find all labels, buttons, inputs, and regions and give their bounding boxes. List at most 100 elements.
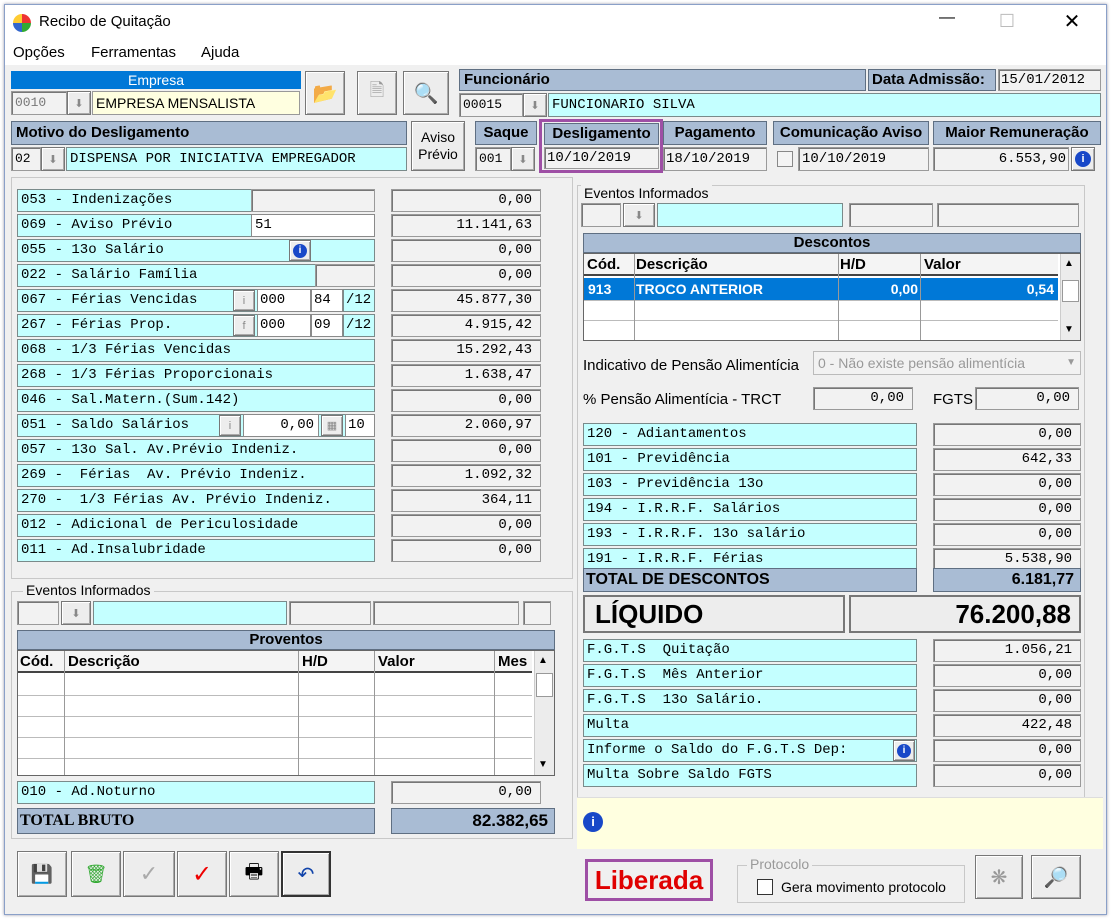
proventos-scrollbar[interactable]: ▲ ▼ bbox=[534, 651, 554, 775]
ferias-info-button[interactable]: i bbox=[233, 290, 255, 311]
proventos-grid-header: Cód. Descrição H/D Valor Mes bbox=[18, 651, 532, 673]
provento-value: 45.877,30 bbox=[391, 289, 541, 312]
saque-lookup-button[interactable]: ⬇ bbox=[511, 147, 535, 171]
ferias-c-field: /12 bbox=[343, 289, 375, 312]
fgts-row-label: F.G.T.S 13o Salário. bbox=[583, 689, 917, 712]
eventos-left-label: Eventos Informados bbox=[23, 582, 154, 598]
ferias-b-field[interactable]: 84 bbox=[311, 289, 343, 312]
confirm-red-button[interactable]: ✓ bbox=[177, 851, 227, 897]
empresa-lookup-button[interactable]: ⬇ bbox=[67, 91, 91, 115]
descontos-grid[interactable]: Cód. Descrição H/D Valor 913 TROCO ANTER… bbox=[583, 253, 1081, 341]
desconto-value: 642,33 bbox=[933, 448, 1081, 471]
trash-icon: 🗑 bbox=[84, 863, 108, 884]
confirm-gray-button[interactable]: ✓ bbox=[123, 851, 175, 897]
eventos-left-lookup-button[interactable]: ⬇ bbox=[61, 601, 91, 625]
main-window: Recibo de Quitação — ☐ ✕ Opções Ferramen… bbox=[4, 4, 1107, 915]
open-folder-button[interactable]: 📂 bbox=[305, 71, 345, 115]
config-button[interactable]: ❋ bbox=[975, 855, 1023, 899]
13o-info-button[interactable]: i bbox=[289, 240, 311, 261]
undo-button[interactable]: ↶ bbox=[281, 851, 331, 897]
saque-code-input[interactable]: 001 bbox=[475, 147, 511, 171]
eventos-right-code-input[interactable] bbox=[581, 203, 621, 227]
comunicacao-header: Comunicação Aviso bbox=[773, 121, 929, 145]
comunicacao-checkbox[interactable] bbox=[777, 151, 793, 167]
save-button[interactable]: 💾 bbox=[17, 851, 67, 897]
motivo-field: DISPENSA POR INICIATIVA EMPREGADOR bbox=[66, 147, 407, 171]
scroll-down-icon[interactable]: ▼ bbox=[1064, 324, 1074, 335]
ferias-b-field[interactable]: 09 bbox=[311, 314, 343, 337]
close-button[interactable]: ✕ bbox=[1059, 9, 1085, 33]
ad-noturno-label: 010 - Ad.Noturno bbox=[17, 781, 375, 804]
eventos-left-field-a[interactable] bbox=[289, 601, 371, 625]
saldo-value-field[interactable]: 0,00 bbox=[243, 414, 319, 437]
scroll-thumb[interactable] bbox=[1062, 280, 1079, 302]
eventos-left-field-b[interactable] bbox=[373, 601, 519, 625]
scroll-down-icon[interactable]: ▼ bbox=[538, 759, 548, 770]
motivo-header: Motivo do Desligamento bbox=[11, 121, 407, 145]
protocolo-checkbox[interactable] bbox=[757, 879, 773, 895]
saldo-days-field[interactable]: 10 bbox=[345, 414, 375, 437]
maior-remuneracao-field: 6.553,90 bbox=[933, 147, 1069, 171]
pensao-select[interactable]: 0 - Não existe pensão alimentícia ▼ bbox=[813, 351, 1081, 375]
col-cod: Cód. bbox=[587, 256, 621, 273]
descontos-grid-header: Cód. Descrição H/D Valor bbox=[584, 254, 1058, 276]
pagamento-field[interactable]: 18/10/2019 bbox=[663, 147, 767, 171]
provento-label: 046 - Sal.Matern.(Sum.142) bbox=[17, 389, 375, 412]
eventos-right-desc-field bbox=[657, 203, 843, 227]
descontos-row-selected[interactable]: 913 TROCO ANTERIOR 0,00 0,54 bbox=[584, 278, 1058, 300]
info-icon: i bbox=[1075, 151, 1091, 167]
ferias-a-field[interactable]: 000 bbox=[257, 314, 311, 337]
ad-noturno-value: 0,00 bbox=[391, 781, 541, 804]
col-descricao: Descrição bbox=[636, 256, 708, 273]
empresa-code-input[interactable]: 0010 bbox=[11, 91, 67, 115]
fgts-field[interactable]: 0,00 bbox=[975, 387, 1079, 410]
funcionario-code-input[interactable]: 00015 bbox=[459, 93, 523, 117]
protocolo-label: Protocolo bbox=[747, 856, 813, 872]
descontos-scrollbar[interactable]: ▲ ▼ bbox=[1060, 254, 1080, 340]
ferias-info-button[interactable]: f bbox=[233, 315, 255, 336]
scroll-up-icon[interactable]: ▲ bbox=[1064, 258, 1074, 269]
motivo-lookup-button[interactable]: ⬇ bbox=[41, 147, 65, 171]
pct-pensao-field[interactable]: 0,00 bbox=[813, 387, 913, 410]
desconto-label: 194 - I.R.R.F. Salários bbox=[583, 498, 917, 521]
eventos-right-field-b[interactable] bbox=[937, 203, 1079, 227]
print-button[interactable]: 🖶 bbox=[229, 851, 279, 897]
check-red-icon: ✓ bbox=[191, 860, 213, 888]
aviso-previo-days-field[interactable]: 51 bbox=[251, 214, 375, 237]
saldo-info-button[interactable]: i bbox=[219, 415, 241, 436]
maior-remuneracao-info-button[interactable]: i bbox=[1071, 147, 1095, 171]
floppy-icon: 💾 bbox=[30, 863, 54, 884]
funcionario-lookup-button[interactable]: ⬇ bbox=[523, 93, 547, 117]
minimize-button[interactable]: — bbox=[935, 9, 959, 33]
eventos-left-field-c[interactable] bbox=[523, 601, 551, 625]
menu-opcoes[interactable]: Opções bbox=[13, 44, 65, 61]
preview-button[interactable]: 🔍 bbox=[403, 71, 449, 115]
desligamento-field[interactable]: 10/10/2019 bbox=[544, 147, 659, 169]
col-cod: Cód. bbox=[20, 653, 54, 670]
proventos-grid-lines bbox=[18, 651, 532, 775]
scroll-up-icon[interactable]: ▲ bbox=[538, 655, 548, 666]
desconto-value: 0,00 bbox=[933, 523, 1081, 546]
proventos-grid[interactable]: Cód. Descrição H/D Valor Mes ▲ ▼ bbox=[17, 650, 555, 776]
motivo-code-input[interactable]: 02 bbox=[11, 147, 41, 171]
eventos-left-code-input[interactable] bbox=[17, 601, 59, 625]
fgts-saldo-info-button[interactable]: i bbox=[893, 740, 915, 761]
calendar-button[interactable]: ▦ bbox=[321, 415, 343, 436]
menu-ajuda[interactable]: Ajuda bbox=[201, 44, 239, 61]
maximize-button[interactable]: ☐ bbox=[995, 11, 1019, 33]
comunicacao-field[interactable]: 10/10/2019 bbox=[798, 147, 929, 171]
delete-button[interactable]: 🗑 bbox=[71, 851, 121, 897]
ferias-a-field[interactable]: 000 bbox=[257, 289, 311, 312]
report-button[interactable]: 🗎 bbox=[357, 71, 397, 115]
menu-ferramentas[interactable]: Ferramentas bbox=[91, 44, 176, 61]
eventos-right-field-a[interactable] bbox=[849, 203, 933, 227]
search-user-button[interactable]: 🔎 bbox=[1031, 855, 1081, 899]
document-icon: 🗎 bbox=[369, 80, 385, 100]
eventos-right-lookup-button[interactable]: ⬇ bbox=[623, 203, 655, 227]
provento-value: 0,00 bbox=[391, 514, 541, 537]
aviso-previo-button[interactable]: Aviso Prévio bbox=[411, 121, 465, 171]
scroll-thumb[interactable] bbox=[536, 673, 553, 697]
undo-icon: ↶ bbox=[297, 863, 315, 886]
col-valor: Valor bbox=[378, 653, 415, 670]
provento-label: 055 - 13o Salário bbox=[17, 239, 375, 262]
